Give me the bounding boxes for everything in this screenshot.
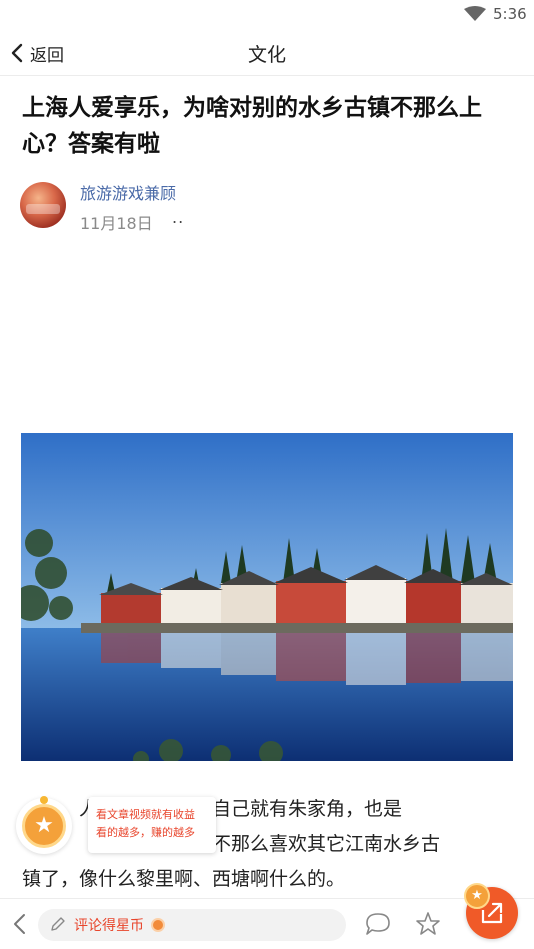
comment-placeholder: 评论得星币	[74, 918, 144, 934]
status-time: 5:36	[493, 5, 527, 23]
star-icon: ★	[34, 813, 54, 838]
article-title: 上海人爱享乐，为啥对别的水乡古镇不那么上心？答案有啦	[22, 95, 482, 157]
author-row: 旅游游戏兼顾 11月18日 ..	[20, 178, 510, 238]
body-line: 镇了，像什么黎里啊、西塘啊什么的。	[22, 868, 346, 890]
comment-input[interactable]: 评论得星币	[38, 909, 346, 941]
status-bar: 5:36	[0, 0, 534, 30]
back-chevron-icon[interactable]	[10, 911, 30, 937]
coin-icon	[151, 918, 165, 932]
post-date: 11月18日	[80, 214, 153, 233]
reward-tip-line: 看的越多，赚的越多	[96, 826, 195, 839]
avatar[interactable]	[20, 182, 66, 228]
share-button[interactable]: ★	[464, 883, 518, 939]
page-title: 文化	[247, 44, 286, 66]
reward-badge[interactable]: ★	[16, 796, 72, 854]
nav-bar: 返回 文化	[0, 30, 534, 76]
share-icon	[481, 902, 503, 924]
bottom-toolbar: 评论得星币	[0, 898, 534, 949]
star-icon[interactable]	[414, 910, 442, 938]
more-options[interactable]: ..	[172, 208, 184, 227]
pen-icon	[51, 917, 65, 931]
coin-icon: ★	[22, 804, 66, 848]
article-image	[21, 433, 513, 761]
reward-tooltip: 看文章视频就有收益 看的越多，赚的越多	[88, 797, 216, 853]
wifi-icon	[464, 6, 486, 21]
reward-tip-line: 看文章视频就有收益	[96, 808, 195, 821]
notification-dot	[40, 796, 48, 804]
comment-icon[interactable]	[364, 911, 392, 937]
author-name[interactable]: 旅游游戏兼顾	[80, 180, 176, 204]
